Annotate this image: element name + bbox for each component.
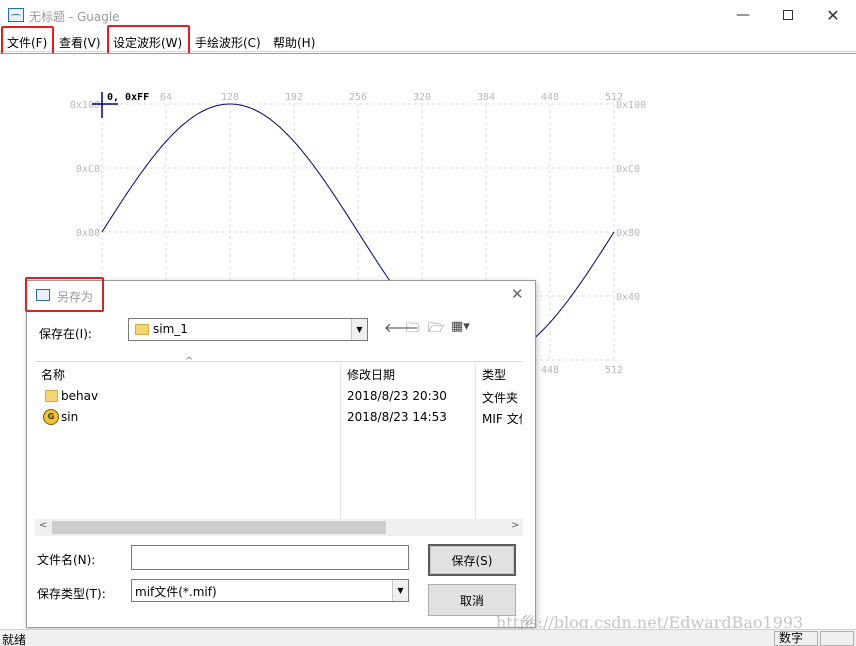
file-row-behav[interactable]: behav 2018/8/23 20:30 文件夹 [35,386,521,406]
y-tick-label-right: 0xC0 [616,164,640,175]
cancel-button[interactable]: 取消 [428,584,516,616]
folder-icon [45,390,58,402]
file-type: MIF 文件 [482,412,522,426]
x-tick-label: 256 [349,92,367,103]
close-icon: ✕ [826,5,840,25]
window-title: 无标题 - Guagle [29,10,120,24]
x-tick-label: 128 [221,92,239,103]
x-tick-label-bottom: 512 [605,365,623,376]
menu-view[interactable]: 查看(V) [59,34,101,51]
minimize-icon: — [736,7,750,23]
app-icon [8,8,24,22]
x-tick-label: 192 [285,92,303,103]
maximize-button[interactable] [765,0,811,30]
view-menu-icon[interactable]: ▦▾ [451,319,470,334]
filename-label: 文件名(N): [37,553,96,567]
status-bar: 就绪 数字 [0,629,856,646]
scroll-left-icon[interactable]: < [39,520,47,531]
y-tick-label-left: 0x100 [70,100,100,111]
x-tick-label: 448 [541,92,559,103]
scroll-right-icon[interactable]: > [511,520,519,531]
file-list[interactable]: ^ 名称 修改日期 类型 behav 2018/8/23 20:30 文件夹 G… [35,356,523,535]
save-in-label: 保存在(I): [39,327,92,341]
file-date: 2018/8/23 14:53 [347,410,447,424]
save-button[interactable]: 保存(S) [428,544,516,576]
y-tick-label-right: 0x100 [616,100,646,111]
x-tick-label: 64 [160,92,172,103]
file-row-sin[interactable]: G sin 2018/8/23 14:53 MIF 文件 [35,407,522,427]
folder-icon [135,324,149,335]
column-header-type[interactable]: 类型 [482,366,506,383]
filename-input[interactable] [131,545,409,570]
up-folder-icon[interactable]: 🗀 [406,319,419,341]
dialog-close-icon[interactable]: ✕ [511,285,524,303]
new-folder-icon[interactable]: 🗁 [428,319,444,341]
save-as-dialog: 另存为 ✕ 保存在(I): sim_1 ▼ 🡐 🗀 🗁 ▦▾ ^ 名称 修改日期… [26,280,536,628]
status-pane-empty [820,631,854,646]
file-type: 文件夹 [482,391,519,405]
x-tick-label: 384 [477,92,495,103]
column-header-date[interactable]: 修改日期 [347,366,395,383]
save-in-value: sim_1 [153,322,188,336]
minimize-button[interactable]: — [720,0,766,30]
file-name: sin [61,410,79,424]
scrollbar-thumb[interactable] [52,521,386,534]
highlight-box-dialog-title [25,277,104,312]
chevron-down-icon[interactable]: ▼ [392,580,408,601]
status-text: 就绪 [2,633,27,646]
mif-file-icon: G [43,409,59,425]
maximize-icon [783,10,793,20]
menu-help[interactable]: 帮助(H) [273,34,315,51]
status-pane-numlock: 数字 [774,631,818,646]
menu-draw-waveform[interactable]: 手绘波形(C) [195,34,261,51]
guagle-window: 无标题 - Guagle — ✕ 文件(F) 查看(V) 设定波形(W) 手绘波… [0,0,856,646]
y-tick-label-right: 0x40 [616,292,640,303]
save-in-combobox[interactable]: sim_1 ▼ [128,318,368,341]
y-tick-label-left: 0x80 [76,228,100,239]
file-name: behav [61,389,99,403]
x-tick-label: 320 [413,92,431,103]
filetype-combobox[interactable]: mif文件(*.mif) ▼ [131,579,409,602]
y-tick-label-left: 0xC0 [76,164,100,175]
sort-arrow-icon: ^ [185,356,194,367]
cursor-value-label: 0, 0xFF [107,92,149,103]
column-header-name[interactable]: 名称 [41,366,65,383]
x-tick-label-bottom: 448 [541,365,559,376]
chevron-down-icon[interactable]: ▼ [351,319,367,340]
close-button[interactable]: ✕ [810,0,856,30]
filetype-value: mif文件(*.mif) [135,585,217,599]
filetype-label: 保存类型(T): [37,587,106,601]
file-date: 2018/8/23 20:30 [347,389,447,403]
horizontal-scrollbar[interactable]: < > [35,519,523,536]
y-tick-label-right: 0x80 [616,228,640,239]
